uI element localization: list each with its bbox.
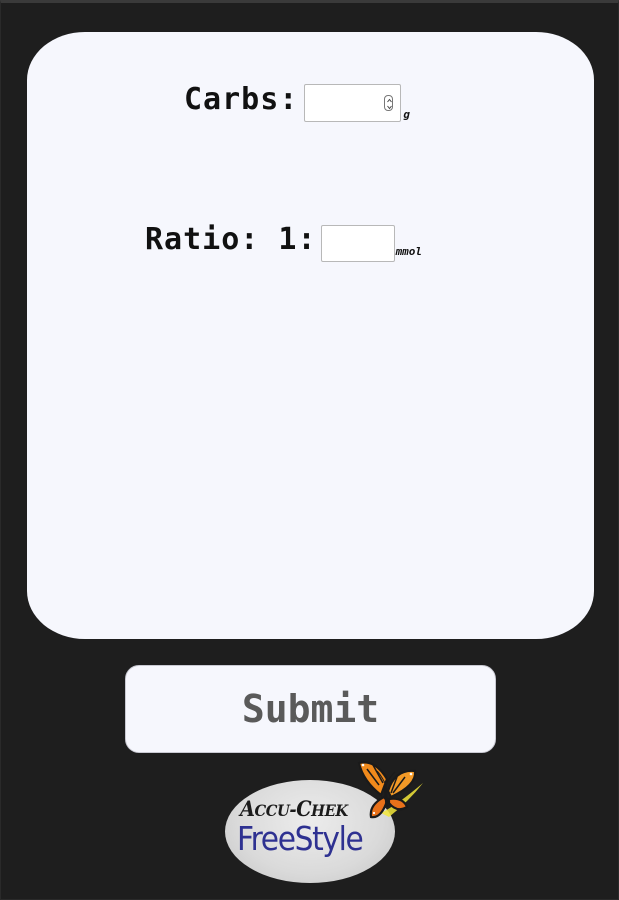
carbs-label: Carbs:	[184, 82, 299, 117]
carbs-row: Carbs: g	[184, 84, 410, 122]
accu-chek-freestyle-logo: ACCU-CHEK FreeStyle	[223, 755, 428, 887]
submit-button[interactable]: Submit	[125, 665, 496, 753]
carbs-unit: g	[403, 108, 410, 121]
ratio-input[interactable]	[320, 225, 395, 262]
carbs-stepper[interactable]	[384, 95, 394, 111]
logo-brand-main: FreeStyle	[237, 819, 364, 858]
app-frame: Carbs: g Ratio: 1: mmol Submit ACCU-CHEK…	[0, 0, 619, 900]
logo-brand-top: ACCU-CHEK	[240, 796, 348, 821]
ratio-row: Ratio: 1: mmol	[145, 225, 422, 262]
input-card: Carbs: g Ratio: 1: mmol	[27, 32, 594, 639]
carbs-input[interactable]	[304, 84, 402, 122]
ratio-label: Ratio: 1:	[145, 222, 317, 257]
stepper-arrows-icon	[387, 98, 393, 110]
butterfly-icon	[357, 761, 423, 819]
ratio-unit: mmol	[395, 245, 423, 258]
